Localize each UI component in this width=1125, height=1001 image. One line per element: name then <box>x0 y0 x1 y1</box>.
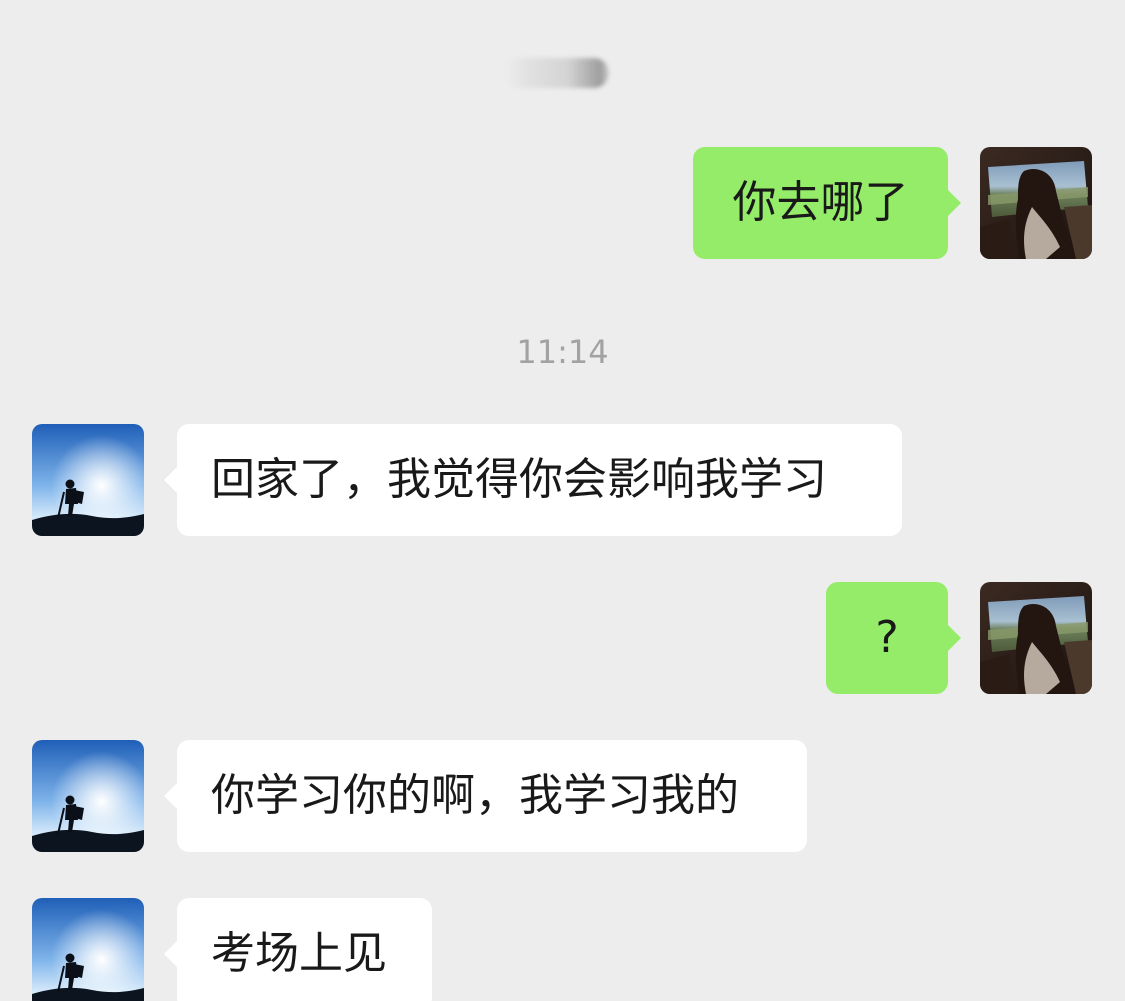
message-bubble-received[interactable]: 考场上见 <box>164 898 432 1001</box>
message-bubble-received[interactable]: 回家了，我觉得你会影响我学习 <box>164 424 902 536</box>
hiker-silhouette-avatar-icon[interactable] <box>32 898 144 1001</box>
car-window-avatar-icon[interactable] <box>980 147 1092 259</box>
message-bubble-received[interactable]: 你学习你的啊，我学习我的 <box>164 740 807 852</box>
message-text: 回家了，我觉得你会影响我学习 <box>211 454 827 505</box>
car-window-avatar-icon[interactable] <box>980 582 1092 694</box>
chat-screen: 你去哪了 11:14 回家了，我觉得你会影响我学习 ? 你学习你的啊，我学习我的… <box>0 0 1125 1001</box>
hiker-silhouette-avatar-icon[interactable] <box>32 424 144 536</box>
message-text: 你学习你的啊，我学习我的 <box>211 770 739 821</box>
message-text: ? <box>875 612 899 663</box>
message-text: 你去哪了 <box>732 177 909 228</box>
message-bubble-sent[interactable]: 你去哪了 <box>693 147 961 259</box>
message-timestamp: 11:14 <box>516 333 609 371</box>
hiker-silhouette-avatar-icon[interactable] <box>32 740 144 852</box>
message-bubble-sent[interactable]: ? <box>826 582 961 694</box>
obscured-header <box>505 58 609 88</box>
message-text: 考场上见 <box>211 928 387 979</box>
